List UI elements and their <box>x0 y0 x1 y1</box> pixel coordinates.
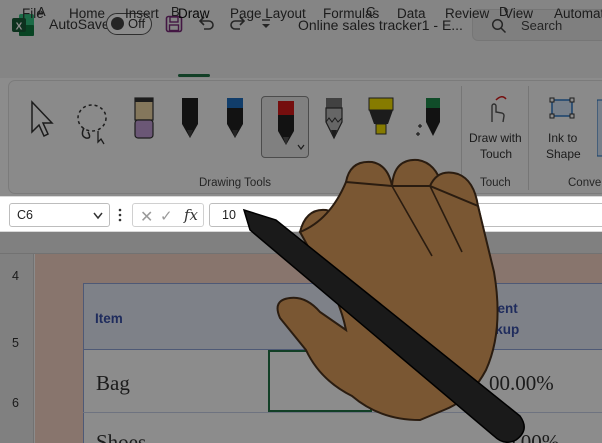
pen-red-selected[interactable] <box>261 96 309 158</box>
more-options-icon[interactable] <box>117 207 123 223</box>
selected-cell-c6[interactable] <box>268 350 372 412</box>
draw-with-touch-label-1[interactable]: Draw with <box>469 130 522 146</box>
menu-data[interactable]: Data <box>397 6 426 21</box>
menu-bar <box>0 50 602 78</box>
column-headers <box>0 232 602 254</box>
menu-insert[interactable]: Insert <box>125 6 159 21</box>
cell-b6[interactable]: Shoes <box>96 430 146 443</box>
drawing-tools-label: Drawing Tools <box>199 177 272 189</box>
draw-with-touch-icon[interactable] <box>482 94 510 124</box>
pen-blue-icon[interactable] <box>222 96 248 144</box>
toggle-knob <box>111 17 124 30</box>
menu-automate[interactable]: Automat <box>554 6 602 21</box>
pen-red-icon <box>278 101 305 150</box>
ink-to-shape-label-2[interactable]: Shape <box>546 146 581 162</box>
row-header-4[interactable]: 4 <box>12 269 19 283</box>
svg-text:X: X <box>16 22 23 33</box>
column-header-d[interactable]: D <box>499 4 508 19</box>
ink-to-shape-label-1[interactable]: Ink to <box>548 130 577 146</box>
chevron-down-icon[interactable] <box>93 212 103 220</box>
formula-actions: ✕ ✓ fx <box>132 203 204 227</box>
menu-home[interactable]: Home <box>69 6 105 21</box>
menu-page-layout[interactable]: Page Layout <box>230 6 306 21</box>
draw-with-touch-label-2[interactable]: Touch <box>480 146 512 162</box>
name-box-value: C6 <box>17 208 33 222</box>
column-header-c[interactable]: C <box>366 4 375 19</box>
lasso-select-icon[interactable] <box>74 98 112 146</box>
formula-value: 10 <box>222 208 236 222</box>
column-header-a[interactable]: A <box>37 4 46 19</box>
ink-to-shape-icon[interactable] <box>548 94 578 122</box>
insert-function-button[interactable]: fx <box>184 206 198 224</box>
highlighter-yellow-icon[interactable] <box>366 96 396 144</box>
cell-d5[interactable]: 00.00% <box>489 371 554 396</box>
ink-to-math-icon[interactable] <box>597 98 602 158</box>
header-item[interactable]: Item <box>95 311 123 326</box>
header-markup-line1[interactable]: cent <box>490 301 518 316</box>
select-arrow-icon[interactable] <box>29 98 55 146</box>
pencil-gray-icon[interactable] <box>321 96 347 144</box>
cell-d6[interactable]: 0.00% <box>505 430 559 443</box>
row-header-5[interactable]: 5 <box>12 336 19 350</box>
pen-black-icon[interactable] <box>177 96 203 144</box>
action-pen-icon[interactable] <box>414 96 446 144</box>
touch-group-label: Touch <box>480 177 511 189</box>
ribbon-separator <box>528 86 529 190</box>
cell-b5[interactable]: Bag <box>96 371 130 396</box>
row-divider <box>83 412 602 413</box>
active-tab-indicator <box>178 74 210 77</box>
name-box[interactable]: C6 <box>9 203 110 227</box>
header-cost[interactable]: ost <box>300 311 320 326</box>
enter-icon[interactable]: ✓ <box>160 207 173 225</box>
formula-input[interactable]: 10 <box>209 203 602 227</box>
eraser-icon[interactable] <box>131 96 157 144</box>
convert-group-label: Conve <box>568 177 602 189</box>
menu-draw[interactable]: Draw <box>178 6 210 21</box>
cancel-icon[interactable]: ✕ <box>140 207 153 227</box>
table-header-row <box>83 283 602 350</box>
row-header-6[interactable]: 6 <box>12 396 19 410</box>
header-markup-line2[interactable]: rkup <box>490 322 519 337</box>
column-header-b[interactable]: B <box>171 4 180 19</box>
ribbon-separator <box>461 86 462 190</box>
menu-review[interactable]: Review <box>445 6 489 21</box>
